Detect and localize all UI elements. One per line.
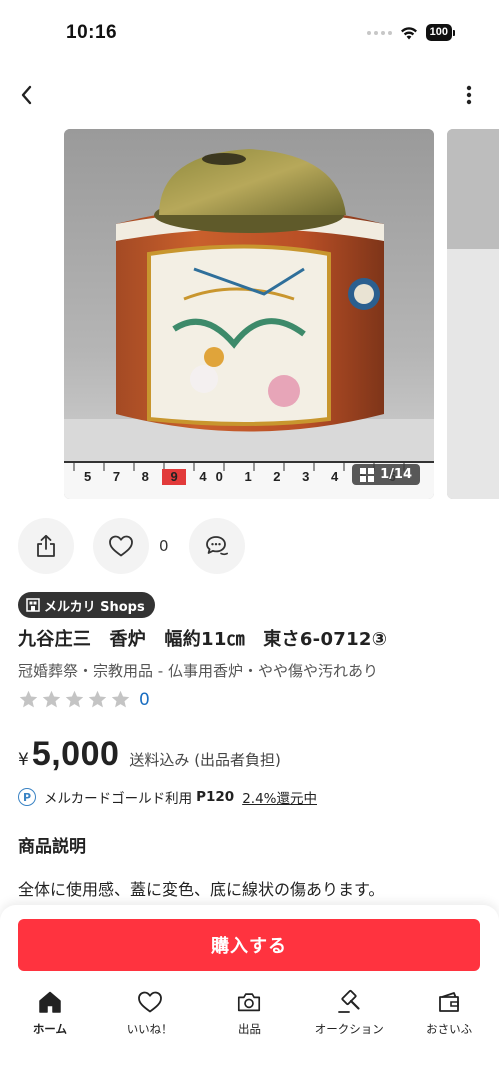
shops-badge[interactable]: メルカリ Shops: [18, 592, 155, 618]
product-photo[interactable]: 5 7 8 9 40 1 2 3 4 5 6 1/14: [64, 129, 434, 499]
star-icon: [88, 690, 107, 708]
price-currency: ¥: [18, 750, 29, 770]
share-button[interactable]: [18, 518, 74, 574]
star-icon: [111, 690, 130, 708]
points-row[interactable]: P メルカードゴールド利用 P120 2.4%還元中: [18, 787, 317, 807]
home-indicator: [182, 1067, 317, 1072]
buy-button[interactable]: 購入する: [18, 919, 480, 971]
wallet-icon: [439, 992, 459, 1012]
grid-icon: [360, 467, 375, 482]
status-bar: 10:16 100: [0, 0, 499, 64]
tab-likes[interactable]: いいね！: [100, 985, 200, 1045]
more-options-button[interactable]: [455, 78, 483, 112]
points-rate-link[interactable]: 2.4%還元中: [242, 787, 317, 807]
tab-label: 出品: [237, 1022, 261, 1036]
description-text: 全体に使用感、蓋に変色、底に線状の傷あります。: [18, 880, 385, 899]
heart-icon: [109, 535, 133, 557]
shipping-note: 送料込み (出品者負担): [129, 751, 281, 769]
tab-label: おさいふ: [426, 1022, 473, 1036]
home-icon: [39, 991, 61, 1013]
like-button[interactable]: [93, 518, 149, 574]
tab-auction[interactable]: オークション: [299, 985, 399, 1045]
back-button[interactable]: [10, 78, 44, 112]
tab-label: いいね！: [126, 1022, 173, 1036]
action-row: 0: [18, 518, 245, 574]
star-icon: [19, 690, 38, 708]
price-value: 5,000: [31, 735, 120, 773]
description-heading: 商品説明: [18, 837, 86, 857]
item-title: 九谷庄三 香炉 幅約11㎝ 東さ6-0712③: [18, 629, 388, 650]
photo-counter[interactable]: 1/14: [352, 464, 420, 485]
shops-badge-label: メルカリ Shops: [44, 599, 145, 615]
heart-icon: [137, 991, 162, 1013]
signal-icon: [366, 30, 392, 35]
photo-counter-text: 1/14: [380, 467, 412, 482]
rating-row[interactable]: 0: [18, 689, 150, 710]
comment-icon: [205, 536, 228, 556]
next-photo-image: [447, 129, 499, 499]
gavel-icon: [338, 989, 360, 1013]
rating-count[interactable]: 0: [139, 690, 150, 710]
points-text: メルカードゴールド利用: [44, 791, 193, 807]
more-vertical-icon: [466, 85, 472, 105]
shop-icon: [26, 598, 40, 612]
bottom-tab-bar: ホーム いいね！ 出品 オークション おさいふ: [0, 985, 499, 1045]
status-icons: 100: [366, 24, 455, 41]
top-nav-bar: [0, 72, 499, 118]
points-amount: P120: [196, 789, 235, 805]
tab-label: ホーム: [32, 1022, 67, 1036]
status-time: 10:16: [66, 22, 118, 43]
camera-icon: [238, 993, 261, 1012]
image-carousel[interactable]: 5 7 8 9 40 1 2 3 4 5 6 1/14: [0, 129, 499, 499]
tab-sell[interactable]: 出品: [200, 985, 300, 1045]
comment-button[interactable]: [188, 518, 245, 574]
item-category[interactable]: 冠婚葬祭・宗教用品 - 仏事用香炉・やや傷や汚れあり: [18, 660, 488, 681]
point-icon: P: [18, 788, 36, 806]
star-icon: [42, 690, 61, 708]
purchase-panel: 購入する: [0, 905, 499, 985]
share-icon: [37, 534, 55, 557]
battery-level: 100: [425, 24, 452, 41]
star-icon: [65, 690, 84, 708]
tab-wallet[interactable]: おさいふ: [399, 985, 499, 1045]
price-row: ¥ 5,000 送料込み (出品者負担): [18, 735, 281, 774]
tab-label: オークション: [314, 1022, 384, 1036]
battery-icon: 100: [425, 24, 455, 41]
wifi-icon: [400, 26, 417, 39]
like-count: 0: [159, 537, 169, 555]
incense-burner-image: [64, 129, 434, 499]
tab-home[interactable]: ホーム: [0, 985, 100, 1045]
chevron-left-icon: [21, 85, 32, 105]
next-photo-preview[interactable]: [447, 129, 499, 499]
